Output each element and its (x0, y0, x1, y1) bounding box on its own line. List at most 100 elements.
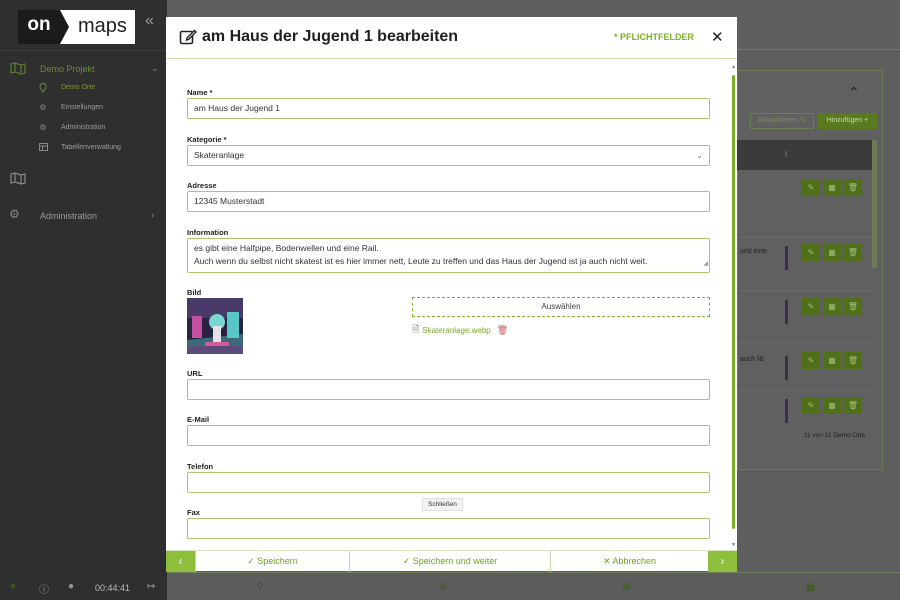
session-timer: 00:44:41 (95, 583, 131, 593)
add-button[interactable]: Hinzufügen + (818, 113, 877, 129)
edit-icon[interactable]: ✎ (802, 244, 820, 261)
chevron-down-icon: ⌄ (696, 151, 703, 160)
sidebar-sub-label: Einstellungen (61, 104, 104, 111)
tab-gears-icon[interactable]: ⚙ (622, 582, 631, 593)
sidebar-item-demo-projekt[interactable]: Demo Projekt ⌄ (0, 60, 167, 80)
information-label: Information (187, 228, 229, 237)
chevron-up-icon[interactable]: ⌃ (848, 84, 860, 101)
map-icon[interactable] (10, 172, 26, 190)
trash-icon[interactable]: 🗑︎ (497, 325, 508, 336)
next-button[interactable]: › (708, 551, 737, 572)
name-input[interactable]: am Haus der Jugend 1 (187, 98, 710, 119)
information-line: es gibt eine Halfpipe, Bodenwellen und e… (194, 243, 379, 253)
refresh-label: Aktualisieren (758, 117, 799, 124)
choose-image-button[interactable]: Auswählen (412, 297, 710, 317)
trash-icon[interactable]: 🗑︎ (844, 397, 862, 414)
tab-gear-icon[interactable]: ⚙ (439, 582, 448, 593)
row-text: und eine (740, 248, 767, 255)
row-thumbnail (785, 356, 788, 380)
row-divider (737, 290, 872, 291)
refresh-button[interactable]: Aktualisieren ↻ (750, 113, 814, 129)
chevron-down-icon: ⌄ (151, 63, 159, 73)
required-note: * PFLICHTFELDER (614, 32, 694, 42)
close-icon[interactable]: ✕ (711, 28, 724, 46)
row-actions: ✎ ▦ 🗑︎ (802, 244, 862, 261)
map-icon[interactable]: ▦ (823, 179, 841, 196)
url-input[interactable] (187, 379, 710, 400)
attached-file: 🗎︎ Skateranlage.webp 🗑︎ (412, 322, 508, 338)
row-actions: ✎ ▦ 🗑︎ (802, 179, 862, 196)
background-scrollbar[interactable] (872, 140, 877, 268)
dialog-title: am Haus der Jugend 1 bearbeiten (202, 28, 459, 45)
edit-icon[interactable]: ✎ (802, 298, 820, 315)
table-icon (38, 143, 48, 153)
row-thumbnail (785, 246, 788, 270)
save-continue-label: Speichern und weiter (412, 556, 498, 566)
sidebar-divider (0, 50, 167, 51)
category-value: Skateranlage (194, 150, 245, 160)
onmaps-logo[interactable]: on maps (18, 10, 135, 44)
trash-icon[interactable]: 🗑︎ (844, 179, 862, 196)
gears-icon: ⚙ (39, 123, 47, 132)
information-textarea[interactable]: es gibt eine Halfpipe, Bodenwellen und e… (187, 238, 710, 273)
cancel-label: Abbrechen (612, 556, 657, 566)
row-actions: ✎ ▦ 🗑︎ (802, 298, 862, 315)
sidebar-item-administration-sub[interactable]: ⚙ Administration (38, 122, 158, 136)
info-icon[interactable]: ⓘ (39, 581, 49, 596)
sidebar: on maps « Demo Projekt ⌄ Demo Orte ⚙ Ein… (0, 0, 167, 572)
user-icon[interactable]: ● (68, 581, 74, 592)
logout-icon[interactable]: ↦ (147, 581, 155, 592)
scroll-down-icon[interactable]: ▼ (731, 542, 736, 548)
edit-icon[interactable]: ✎ (802, 179, 820, 196)
save-button[interactable]: ✓ Speichern (195, 551, 349, 572)
edit-icon[interactable]: ✎ (802, 352, 820, 369)
sidebar-admin-label: Administration (40, 211, 98, 221)
edit-icon[interactable]: ✎ (802, 397, 820, 414)
sidebar-sub-label: Tabellenverwaltung (61, 144, 121, 151)
dialog-scrollbar[interactable] (732, 75, 735, 529)
tab-table-icon[interactable]: ▦ (806, 582, 815, 593)
sidebar-item-demo-orte[interactable]: Demo Orte (38, 82, 158, 96)
scroll-up-icon[interactable]: ▲ (731, 64, 736, 70)
sidebar-item-einstellungen[interactable]: ⚙ Einstellungen (38, 102, 158, 116)
collapse-sidebar-icon[interactable]: « (145, 12, 154, 30)
status-icon: ● (10, 581, 17, 592)
sidebar-item-administration[interactable]: ⚙︎ Administration › (0, 206, 167, 226)
pin-icon (38, 83, 48, 95)
email-label: E-Mail (187, 415, 210, 424)
map-icon[interactable]: ▦ (823, 298, 841, 315)
address-input[interactable]: 12345 Musterstadt (187, 191, 710, 212)
trash-icon[interactable]: 🗑︎ (844, 298, 862, 315)
sidebar-sub-label: Administration (61, 124, 106, 131)
tab-pin-icon[interactable]: ⚲ (256, 582, 263, 593)
gears-icon: ⚙︎ (9, 207, 20, 221)
previous-button[interactable]: ‹ (166, 551, 195, 572)
edit-dialog: am Haus der Jugend 1 bearbeiten * PFLICH… (166, 17, 737, 572)
row-thumbnail (785, 399, 788, 423)
map-icon[interactable]: ▦ (823, 244, 841, 261)
sidebar-item-tabellenverwaltung[interactable]: Tabellenverwaltung (38, 142, 158, 156)
email-input[interactable] (187, 425, 710, 446)
row-thumbnail (785, 300, 788, 324)
category-select[interactable]: Skateranlage ⌄ (187, 145, 710, 166)
map-icon[interactable]: ▦ (823, 397, 841, 414)
gear-icon: ⚙ (39, 103, 47, 112)
fax-input[interactable] (187, 518, 710, 539)
url-label: URL (187, 369, 203, 378)
cancel-button[interactable]: ✕ Abbrechen (550, 551, 708, 572)
sidebar-project-label: Demo Projekt (40, 64, 95, 74)
table-header-col: I (785, 150, 788, 159)
fax-label: Fax (187, 508, 200, 517)
resize-grip-icon[interactable]: ◢ (703, 258, 708, 271)
add-label: Hinzufügen (826, 117, 863, 124)
save-and-continue-button[interactable]: ✓ Speichern und weiter (349, 551, 550, 572)
file-name-link[interactable]: Skateranlage.webp (422, 326, 491, 335)
row-text: auch f& (740, 356, 764, 363)
map-icon (10, 62, 26, 80)
save-label: Speichern (257, 556, 298, 566)
tooltip: Schließen (422, 498, 463, 511)
phone-input[interactable] (187, 472, 710, 493)
map-icon[interactable]: ▦ (823, 352, 841, 369)
trash-icon[interactable]: 🗑︎ (844, 352, 862, 369)
trash-icon[interactable]: 🗑︎ (844, 244, 862, 261)
